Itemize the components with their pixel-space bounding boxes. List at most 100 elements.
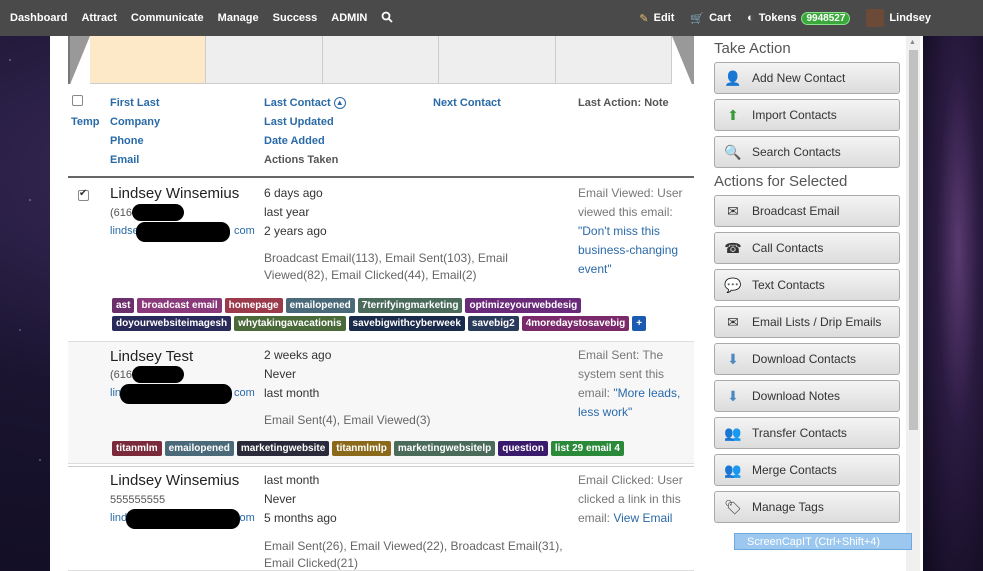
scrollbar-thumb[interactable]: [909, 50, 918, 430]
contact-name[interactable]: Lindsey Winsemius: [110, 472, 239, 489]
tokens-label: Tokens: [758, 12, 797, 24]
avatar: [866, 9, 885, 27]
scroll-up-arrow-icon[interactable]: ▲: [909, 39, 916, 46]
tokens-badge: 9948527: [801, 11, 851, 25]
nav-success[interactable]: Success: [273, 12, 318, 24]
download-contacts-button[interactable]: ⬇ Download Contacts: [714, 343, 900, 375]
tag-badge[interactable]: homepage: [224, 298, 283, 313]
tag-badge[interactable]: 7terrifyingmarketing: [357, 298, 463, 313]
table-row[interactable]: Lindsey Winsemius (616 lindse com 6 days…: [68, 180, 694, 342]
tag-badge[interactable]: question: [498, 441, 548, 456]
tokens-icon: ◐: [747, 12, 754, 24]
tag-badge[interactable]: +: [632, 316, 647, 331]
note-link[interactable]: "Don't miss this business-changing event…: [578, 224, 678, 276]
tab-2[interactable]: [206, 36, 323, 84]
redaction-phone: [132, 204, 184, 221]
sort-next-contact[interactable]: Next Contact: [433, 94, 501, 113]
contact-dates: last month Never 5 months ago: [264, 471, 337, 528]
tag-badge[interactable]: broadcast email: [137, 298, 222, 313]
tag-badge[interactable]: marketingwebsite: [236, 441, 330, 456]
contact-name[interactable]: Lindsey Test: [110, 348, 193, 365]
nav-attract[interactable]: Attract: [81, 12, 116, 24]
transfer-contacts-button[interactable]: 👥 Transfer Contacts: [714, 417, 900, 449]
download-notes-button[interactable]: ⬇ Download Notes: [714, 380, 900, 412]
import-contacts-button[interactable]: ⬆ Import Contacts: [714, 99, 900, 131]
nav-dashboard[interactable]: Dashboard: [10, 12, 67, 24]
redaction-email: [120, 384, 232, 404]
redaction-email: [126, 509, 240, 529]
email-lists-button[interactable]: ✉ Email Lists / Drip Emails: [714, 306, 900, 338]
sort-first-last[interactable]: First Last: [110, 94, 160, 113]
tab-scroll-right[interactable]: [672, 36, 695, 84]
sort-date-added[interactable]: Date Added: [264, 132, 346, 151]
tag-badge[interactable]: list 29 email 4: [550, 441, 624, 456]
sort-email[interactable]: Email: [110, 151, 160, 170]
table-row[interactable]: Lindsey Test (616 lin com 2 weeks ago Ne…: [68, 342, 694, 464]
note-link[interactable]: View Email: [613, 511, 672, 525]
contact-email-prefix[interactable]: lind: [110, 512, 127, 524]
tokens-link[interactable]: ◐ Tokens 9948527: [747, 11, 851, 25]
nav-communicate[interactable]: Communicate: [131, 12, 204, 24]
date-added-value: 5 months ago: [264, 511, 337, 525]
cart-link[interactable]: 🛒 Cart: [690, 12, 731, 25]
last-contact-value: 2 weeks ago: [264, 348, 332, 362]
contact-email-suffix[interactable]: com: [234, 387, 255, 399]
import-icon: ⬆: [727, 106, 739, 123]
temp-sort[interactable]: Temp: [71, 113, 100, 132]
tab-strip: [68, 36, 695, 84]
search-contacts-button[interactable]: 🔍 Search Contacts: [714, 136, 900, 168]
screencap-overlay[interactable]: ScreenCapIT (Ctrl+Shift+4): [734, 533, 912, 550]
merge-contacts-button[interactable]: 👥 Merge Contacts: [714, 454, 900, 486]
header-col-note: Last Action: Note: [578, 94, 669, 113]
contact-name[interactable]: Lindsey Winsemius: [110, 185, 239, 202]
tag-badge[interactable]: marketingwebsitelp: [393, 441, 496, 456]
tag-badge[interactable]: titanmlm: [112, 441, 162, 456]
last-contact-value: 6 days ago: [264, 186, 323, 200]
call-contacts-button[interactable]: ☎ Call Contacts: [714, 232, 900, 264]
search-icon[interactable]: [381, 11, 393, 26]
manage-tags-button[interactable]: 🏷 Manage Tags: [714, 491, 900, 523]
edit-link[interactable]: ✎ Edit: [639, 12, 674, 25]
tab-1[interactable]: [90, 36, 207, 84]
sidebar-scrollbar[interactable]: ▲: [906, 36, 920, 571]
contact-dates: 6 days ago last year 2 years ago: [264, 184, 327, 241]
nav-manage[interactable]: Manage: [218, 12, 259, 24]
sort-last-contact[interactable]: Last Contact ▲: [264, 94, 346, 113]
nav-admin[interactable]: ADMIN: [331, 12, 367, 24]
sort-last-updated[interactable]: Last Updated: [264, 113, 346, 132]
manage-tags-label: Manage Tags: [752, 500, 824, 514]
header-col-dates: Last Contact ▲ Last Updated Date Added A…: [264, 94, 346, 170]
tag-badge[interactable]: optimizeyourwebdesig: [465, 298, 582, 313]
actions-taken: Email Sent(4), Email Viewed(3): [264, 413, 431, 427]
tag-badge[interactable]: ast: [112, 298, 135, 313]
tab-scroll-left[interactable]: [68, 36, 90, 84]
tab-4[interactable]: [439, 36, 556, 84]
add-new-contact-button[interactable]: 👤 Add New Contact: [714, 62, 900, 94]
tag-badge[interactable]: savebigwithcyberweek: [348, 316, 465, 331]
tab-5[interactable]: [555, 36, 673, 84]
contact-email-suffix[interactable]: com: [234, 225, 255, 237]
select-all-checkbox[interactable]: [72, 95, 83, 106]
table-row[interactable]: Lindsey Winsemius 555555555 lind com las…: [68, 466, 694, 571]
tag-badge[interactable]: whytakingavacationis: [234, 316, 346, 331]
tag-badge[interactable]: emailopened: [164, 441, 234, 456]
sort-phone[interactable]: Phone: [110, 132, 160, 151]
text-contacts-button[interactable]: 💬 Text Contacts: [714, 269, 900, 301]
tag-badge[interactable]: savebig2: [467, 316, 519, 331]
date-added-value: last month: [264, 386, 320, 400]
row-checkbox[interactable]: [78, 188, 89, 201]
cart-label: Cart: [709, 12, 732, 24]
last-action-note-label: Last Action: Note: [578, 97, 669, 109]
contact-email-prefix[interactable]: lindse: [110, 225, 139, 237]
pencil-icon: ✎: [639, 12, 649, 25]
tag-badge[interactable]: 4moredaystosavebig: [521, 316, 630, 331]
tag-badge[interactable]: doyourwebsiteimagesh: [112, 316, 232, 331]
tab-3[interactable]: [322, 36, 440, 84]
user-menu[interactable]: Lindsey: [866, 9, 931, 27]
sort-company[interactable]: Company: [110, 113, 160, 132]
broadcast-email-button[interactable]: ✉ Broadcast Email: [714, 195, 900, 227]
import-contacts-label: Import Contacts: [752, 108, 837, 122]
header-select-all: Temp: [71, 94, 100, 132]
tag-badge[interactable]: emailopened: [285, 298, 355, 313]
tag-badge[interactable]: titanmlmlp: [332, 441, 391, 456]
